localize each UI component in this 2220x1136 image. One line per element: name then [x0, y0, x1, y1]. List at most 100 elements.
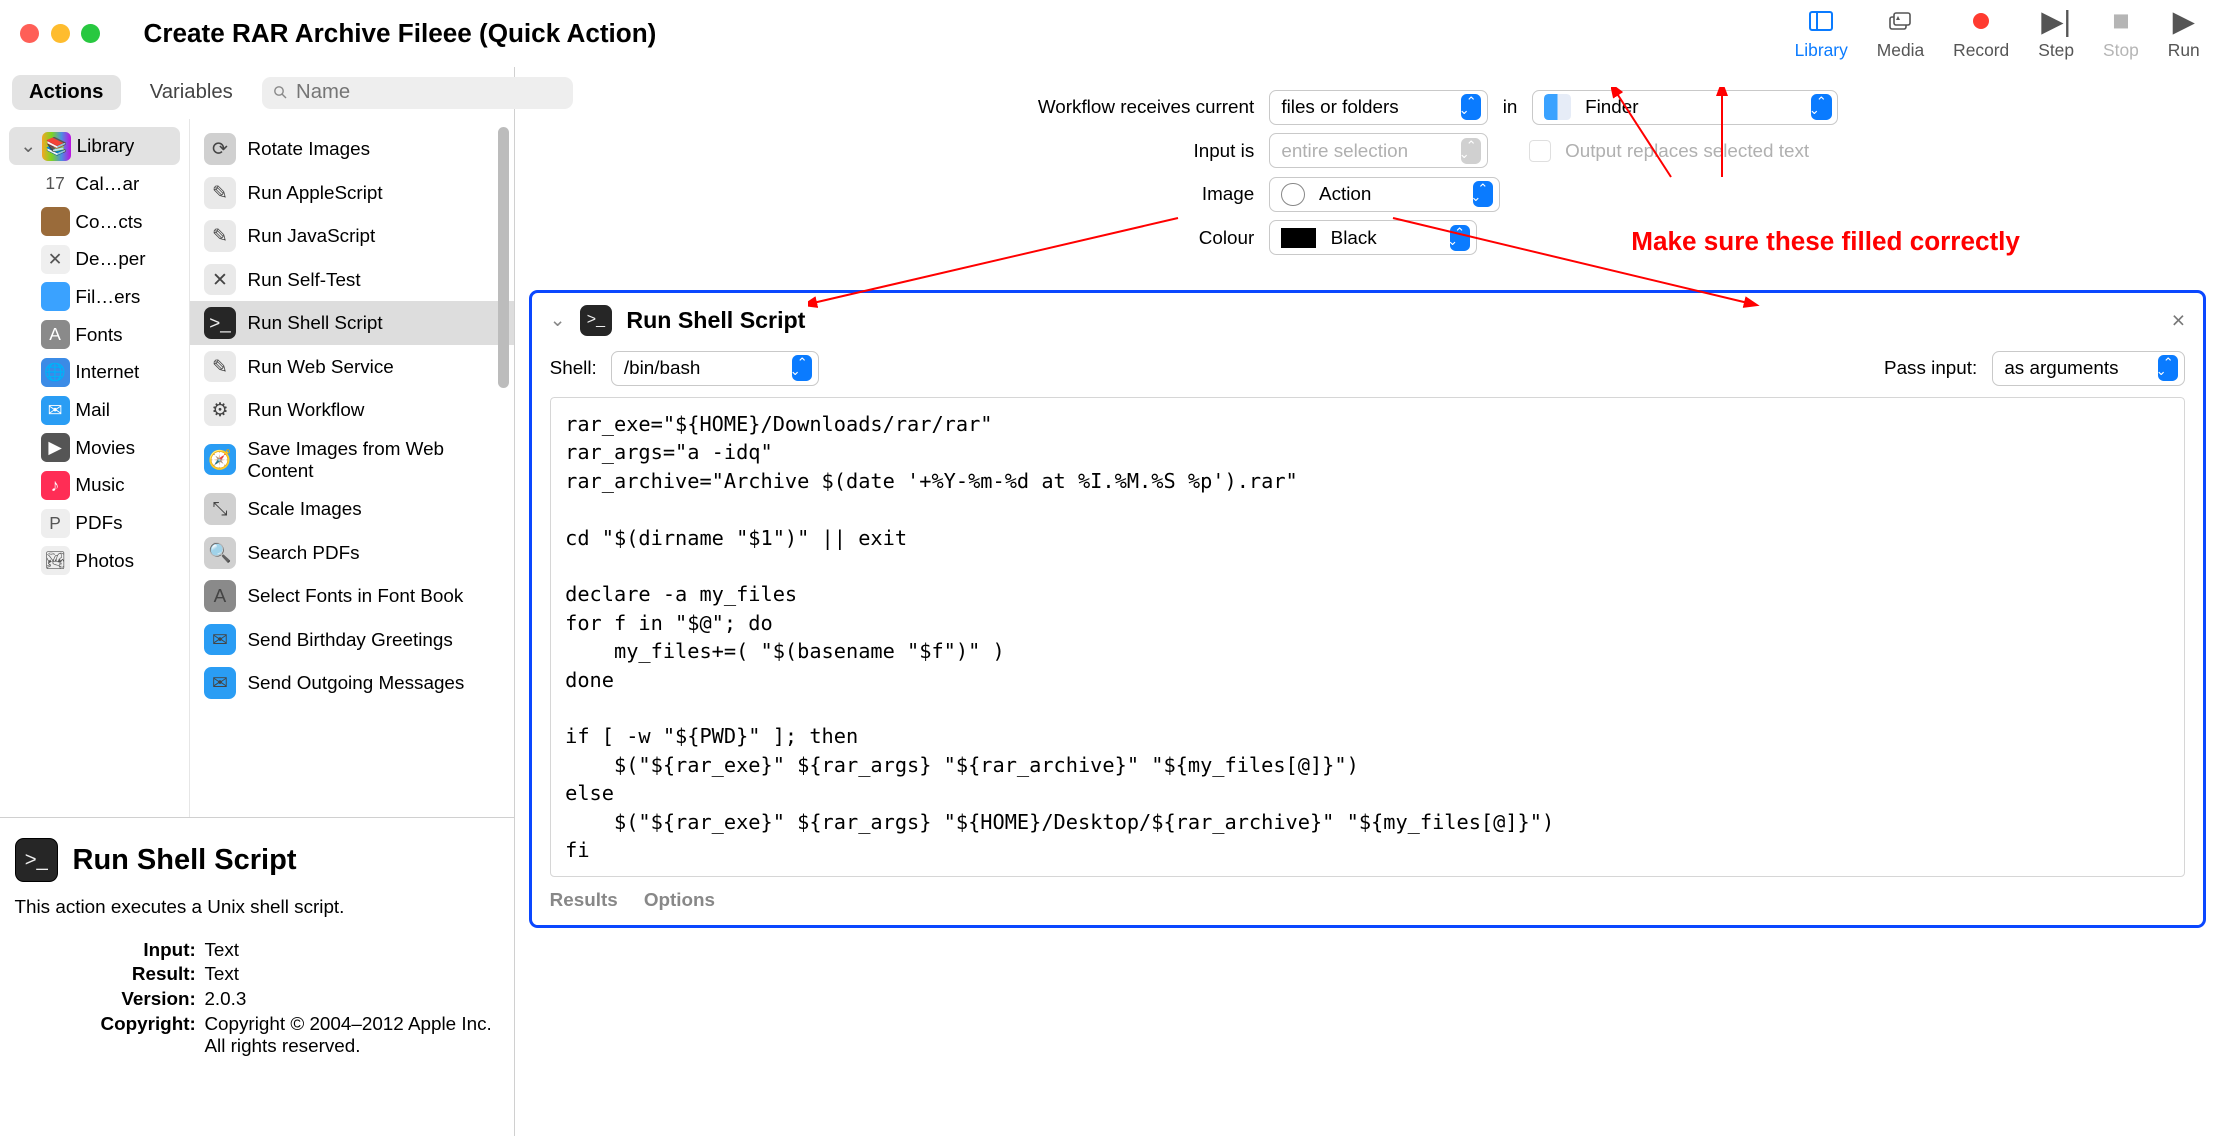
- terminal-icon: >_: [15, 838, 59, 882]
- action-item[interactable]: ⟳Rotate Images: [190, 127, 514, 170]
- chevron-down-icon: [1473, 181, 1493, 207]
- action-item[interactable]: ✎Run JavaScript: [190, 214, 514, 257]
- finder-icon: [1544, 94, 1570, 120]
- library-item[interactable]: PPDFs: [29, 504, 180, 542]
- library-item[interactable]: Co…cts: [29, 203, 180, 241]
- scrollbar[interactable]: [498, 127, 510, 388]
- script-textarea[interactable]: rar_exe="${HOME}/Downloads/rar/rar" rar_…: [550, 397, 2185, 877]
- action-item[interactable]: ⚙Run Workflow: [190, 388, 514, 431]
- receives-label: Workflow receives current: [1008, 96, 1255, 118]
- shell-popup[interactable]: /bin/bash: [611, 351, 819, 386]
- library-item[interactable]: ▶Movies: [29, 429, 180, 467]
- block-header: ⌄ >_ Run Shell Script ×: [550, 305, 2185, 337]
- library-button[interactable]: Library: [1795, 5, 1848, 61]
- description-title: Run Shell Script: [73, 844, 297, 877]
- library-item[interactable]: Fil…ers: [29, 278, 180, 316]
- action-icon: [1281, 183, 1304, 206]
- action-item[interactable]: ✉Send Birthday Greetings: [190, 618, 514, 661]
- media-button[interactable]: Media: [1877, 5, 1924, 61]
- action-item[interactable]: ✎Run AppleScript: [190, 171, 514, 214]
- description-body: This action executes a Unix shell script…: [15, 896, 500, 918]
- chevron-down-icon: [1461, 94, 1481, 120]
- action-item-label: Run Shell Script: [247, 312, 382, 334]
- pass-input-popup[interactable]: as arguments: [1992, 351, 2185, 386]
- action-item-label: Select Fonts in Font Book: [247, 585, 463, 607]
- colour-label: Colour: [1008, 227, 1255, 249]
- step-icon: ▶|: [2041, 5, 2071, 37]
- in-label: in: [1503, 96, 1518, 118]
- step-button[interactable]: ▶| Step: [2038, 5, 2074, 61]
- library-item-label: Photos: [75, 550, 134, 572]
- action-item[interactable]: 🔍Search PDFs: [190, 531, 514, 574]
- close-icon[interactable]: ×: [2172, 307, 2186, 334]
- action-item[interactable]: ✉ Send Outgoing Messages: [190, 661, 514, 704]
- results-tab[interactable]: Results: [550, 889, 618, 911]
- action-item-icon: ✉: [204, 667, 236, 699]
- library-item-label: PDFs: [75, 512, 122, 534]
- chevron-down-icon: [1461, 138, 1481, 164]
- action-item-label: Run Self-Test: [247, 269, 360, 291]
- desc-result: Result:Text: [87, 963, 499, 985]
- category-icon: 🌐: [41, 358, 70, 387]
- category-icon: A: [41, 320, 70, 349]
- library-item[interactable]: AFonts: [29, 316, 180, 354]
- titlebar: Create RAR Archive Fileee (Quick Action)…: [0, 0, 2220, 67]
- action-item[interactable]: 🧭Save Images from Web Content: [190, 432, 514, 488]
- colour-swatch: [1281, 228, 1316, 248]
- library-item[interactable]: 🌐Internet: [29, 353, 180, 391]
- library-item[interactable]: ✕De…per: [29, 240, 180, 278]
- tab-actions[interactable]: Actions: [12, 75, 121, 110]
- library-item[interactable]: 🏞Photos: [29, 542, 180, 580]
- stop-icon: ■: [2112, 5, 2130, 37]
- library-item[interactable]: ♪Music: [29, 467, 180, 505]
- inputis-popup: entire selection: [1269, 133, 1488, 168]
- library-column: ⌄ 📚 Library 17Cal…ar Co…cts ✕De…perFil…ers…: [0, 119, 189, 817]
- disclosure-icon[interactable]: ⌄: [550, 309, 566, 331]
- annotation-text: Make sure these filled correctly: [1631, 226, 2020, 257]
- action-item[interactable]: >_Run Shell Script: [190, 301, 514, 344]
- library-icon: [1809, 5, 1833, 37]
- toolbar: Library Media Record ▶| Step ■ Stop ▶ Ru…: [1795, 5, 2200, 61]
- library-item-label: Fonts: [75, 324, 122, 346]
- options-tab[interactable]: Options: [644, 889, 715, 911]
- window-title: Create RAR Archive Fileee (Quick Action): [144, 18, 1795, 49]
- library-item-label: Mail: [75, 399, 110, 421]
- library-item-label: Music: [75, 474, 124, 496]
- run-icon: ▶: [2173, 5, 2195, 37]
- category-icon: ✉: [41, 396, 70, 425]
- colour-popup[interactable]: Black: [1269, 220, 1477, 255]
- action-item-icon: ✉: [204, 624, 236, 656]
- desc-copyright: Copyright:Copyright © 2004–2012 Apple In…: [87, 1013, 499, 1057]
- description-pane: >_ Run Shell Script This action executes…: [0, 817, 514, 1136]
- action-item-label: Rotate Images: [247, 138, 370, 160]
- in-app-popup[interactable]: Finder: [1532, 90, 1838, 125]
- close-icon[interactable]: [20, 24, 39, 43]
- library-item-label: Cal…ar: [75, 173, 139, 195]
- record-button[interactable]: Record: [1953, 5, 2009, 61]
- actions-column: ⟳Rotate Images✎Run AppleScript✎Run JavaS…: [189, 119, 514, 817]
- library-item[interactable]: 17Cal…ar: [29, 165, 180, 203]
- run-button[interactable]: ▶ Run: [2168, 5, 2200, 61]
- minimize-icon[interactable]: [51, 24, 70, 43]
- receives-popup[interactable]: files or folders: [1269, 90, 1488, 125]
- action-item-icon: A: [204, 580, 236, 612]
- action-item[interactable]: A Select Fonts in Font Book: [190, 574, 514, 617]
- chevron-down-icon: [1450, 225, 1470, 251]
- action-item[interactable]: ⤡Scale Images: [190, 487, 514, 530]
- search-icon: [273, 82, 287, 104]
- action-item-label: Run Workflow: [247, 399, 364, 421]
- tab-variables[interactable]: Variables: [132, 75, 250, 110]
- chevron-down-icon: [792, 355, 812, 381]
- zoom-icon[interactable]: [81, 24, 100, 43]
- action-item-label: Run AppleScript: [247, 182, 382, 204]
- action-item-icon: ⤡: [204, 493, 236, 525]
- action-item[interactable]: ✕Run Self-Test: [190, 258, 514, 301]
- category-icon: ♪: [41, 471, 70, 500]
- image-popup[interactable]: Action: [1269, 177, 1500, 212]
- action-item-label: Send Outgoing Messages: [247, 672, 464, 694]
- action-item[interactable]: ✎Run Web Service: [190, 345, 514, 388]
- library-item[interactable]: ✉Mail: [29, 391, 180, 429]
- library-header[interactable]: ⌄ 📚 Library: [9, 127, 180, 165]
- library-item-label: Co…cts: [75, 211, 142, 233]
- library-item-label: Movies: [75, 437, 135, 459]
